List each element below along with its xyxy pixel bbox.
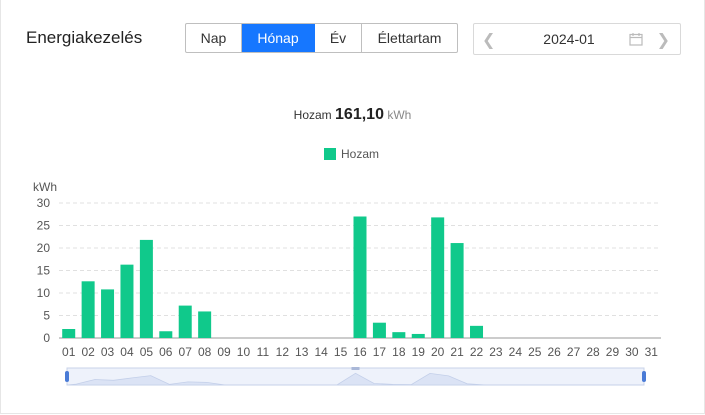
x-tick-label: 09 — [217, 345, 231, 359]
bar — [372, 322, 386, 338]
x-tick-label: 12 — [276, 345, 290, 359]
x-tick-label: 16 — [353, 345, 367, 359]
x-tick-label: 22 — [470, 345, 484, 359]
x-tick-label: 21 — [450, 345, 464, 359]
x-tick-label: 11 — [257, 345, 270, 359]
x-tick-label: 01 — [62, 345, 76, 359]
x-tick-label: 14 — [314, 345, 328, 359]
x-tick-label: 08 — [198, 345, 212, 359]
y-tick-label: 20 — [37, 241, 51, 255]
x-tick-label: 03 — [101, 345, 115, 359]
zoom-handle-right[interactable] — [642, 371, 646, 382]
x-tick-label: 26 — [548, 345, 562, 359]
bar — [178, 305, 192, 338]
zoom-handle-left[interactable] — [65, 371, 69, 382]
bar — [159, 331, 173, 338]
x-tick-label: 29 — [606, 345, 620, 359]
x-tick-label: 04 — [120, 345, 134, 359]
x-tick-label: 02 — [81, 345, 95, 359]
bar — [470, 325, 484, 338]
x-tick-label: 25 — [528, 345, 542, 359]
x-tick-label: 20 — [431, 345, 445, 359]
x-tick-label: 19 — [412, 345, 426, 359]
bar — [353, 216, 367, 338]
y-tick-label: 25 — [37, 219, 51, 233]
x-tick-label: 07 — [179, 345, 193, 359]
x-tick-label: 18 — [392, 345, 406, 359]
y-tick-label: 15 — [37, 264, 51, 278]
y-tick-label: 10 — [37, 286, 51, 300]
bar — [62, 329, 76, 338]
y-tick-label: 30 — [37, 196, 51, 210]
y-tick-label: 5 — [43, 309, 50, 323]
bar — [392, 332, 406, 338]
bar — [431, 217, 445, 338]
bar — [411, 333, 425, 338]
x-tick-label: 17 — [373, 345, 387, 359]
x-tick-label: 31 — [645, 345, 659, 359]
bar — [81, 281, 95, 338]
x-tick-label: 13 — [295, 345, 309, 359]
x-tick-label: 05 — [140, 345, 154, 359]
x-tick-label: 23 — [489, 345, 503, 359]
bar — [139, 239, 153, 338]
x-tick-label: 30 — [625, 345, 639, 359]
bar — [120, 264, 134, 338]
x-tick-label: 28 — [586, 345, 600, 359]
x-tick-label: 10 — [237, 345, 251, 359]
x-tick-label: 15 — [334, 345, 348, 359]
bar — [101, 289, 115, 338]
y-tick-label: 0 — [43, 331, 50, 345]
bar — [198, 311, 212, 338]
x-tick-label: 27 — [567, 345, 581, 359]
zoom-drag-grip[interactable] — [351, 367, 360, 370]
x-tick-label: 24 — [509, 345, 523, 359]
bar-chart: kWh05101520253001 02 03 04 05 06 07 08 09 10 11 12 1… — [33, 180, 661, 386]
y-axis-label: kWh — [33, 180, 57, 194]
x-tick-label: 06 — [159, 345, 173, 359]
bar — [450, 243, 464, 338]
